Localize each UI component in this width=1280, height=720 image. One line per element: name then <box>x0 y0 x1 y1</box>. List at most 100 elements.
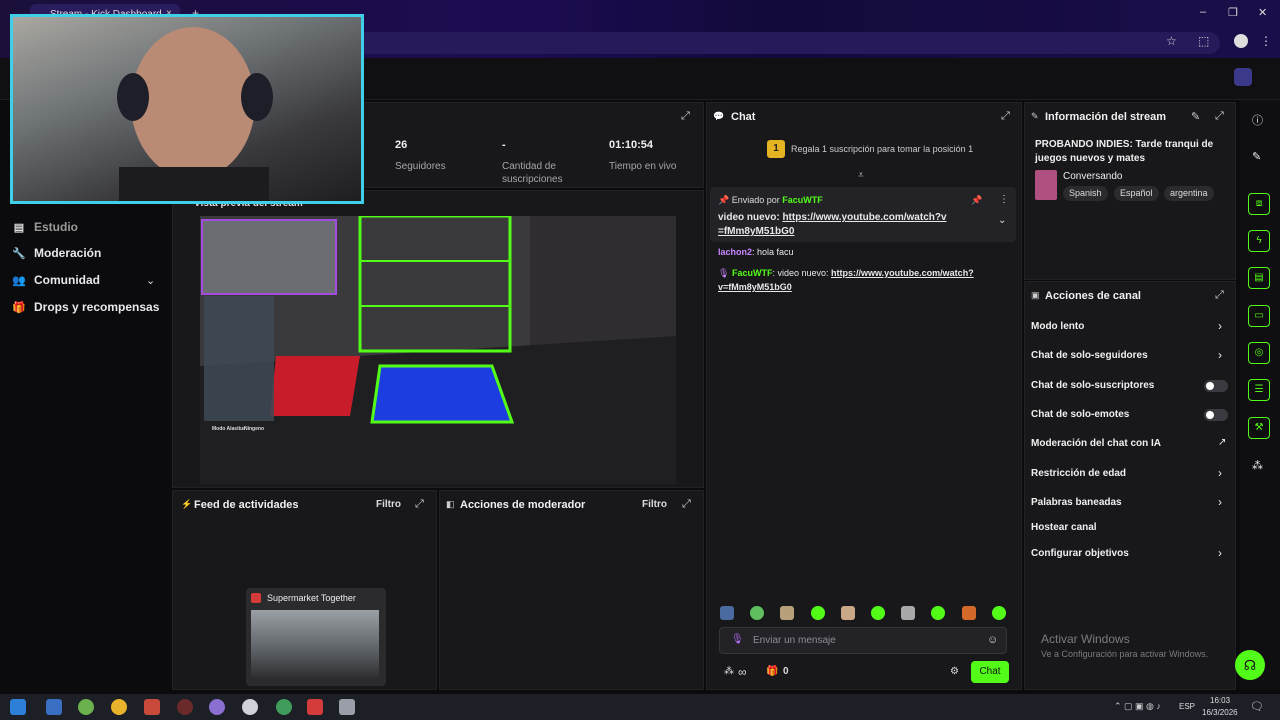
pinned-header: 📌 Enviado por FacuWTF <box>718 195 823 206</box>
camera-icon[interactable]: ⧈ <box>1248 193 1270 215</box>
emote[interactable] <box>901 606 915 620</box>
chat-username[interactable]: lachon2 <box>718 247 752 257</box>
expand-icon[interactable]: ⤢ <box>415 498 424 511</box>
chrome-icon[interactable] <box>111 699 127 715</box>
emote[interactable] <box>871 606 885 620</box>
emoji-icon[interactable]: ☺ <box>987 634 998 646</box>
collapse-icon[interactable]: ⩡ <box>858 170 864 181</box>
chat-icon[interactable]: ▭ <box>1248 305 1270 327</box>
address-bar[interactable] <box>220 32 1220 54</box>
emotes-only-toggle[interactable] <box>1204 409 1228 421</box>
chat-users-icon[interactable]: ⁂ <box>724 666 734 677</box>
edit-icon[interactable]: ✎ <box>1191 110 1200 123</box>
app-icon[interactable] <box>242 699 258 715</box>
support-button[interactable]: ☊ <box>1235 650 1265 680</box>
webcam-overlay <box>10 14 364 207</box>
app-icon[interactable] <box>339 699 355 715</box>
subs-only-toggle[interactable] <box>1204 380 1228 392</box>
supermarket-together-icon[interactable] <box>307 699 323 715</box>
expand-icon[interactable]: ⤢ <box>681 110 690 123</box>
action-ai-moderation[interactable]: Moderación del chat con IA <box>1031 438 1161 449</box>
bolt-icon[interactable]: ϟ <box>1248 230 1270 252</box>
app-icon[interactable] <box>144 699 160 715</box>
notifications-icon[interactable]: 🗨 <box>1250 700 1264 713</box>
external-link-icon[interactable]: ↗ <box>1218 437 1226 448</box>
pinned-user[interactable]: FacuWTF <box>782 195 823 205</box>
info-icon[interactable]: ⓘ <box>1252 112 1263 128</box>
action-subs-only[interactable]: Chat de solo-suscriptores <box>1031 380 1154 391</box>
start-icon[interactable] <box>10 699 26 715</box>
tag: Spanish <box>1063 186 1108 201</box>
broadcast-icon[interactable]: ◎ <box>1248 342 1270 364</box>
action-age-restriction[interactable]: Restricción de edad <box>1031 468 1126 479</box>
action-slow-mode[interactable]: Modo lento <box>1031 321 1084 332</box>
gift-icon[interactable]: 🎁 <box>766 666 778 677</box>
emote[interactable] <box>811 606 825 620</box>
emote[interactable] <box>931 606 945 620</box>
mod-actions-title: Acciones de moderador <box>460 499 586 511</box>
profile-icon[interactable] <box>1234 34 1248 48</box>
wrench-icon[interactable]: ⚒ <box>1248 417 1270 439</box>
chevron-right-icon[interactable]: › <box>1218 348 1222 362</box>
action-emotes-only[interactable]: Chat de solo-emotes <box>1031 409 1129 420</box>
app-icon[interactable] <box>209 699 225 715</box>
emote[interactable] <box>750 606 764 620</box>
sub-goal-text: Regala 1 suscripción para tomar la posic… <box>791 144 974 154</box>
settings-icon[interactable]: ⚙ <box>950 666 959 677</box>
expand-icon[interactable]: ⤢ <box>682 498 691 511</box>
chevron-right-icon[interactable]: › <box>1218 546 1222 560</box>
emote[interactable] <box>962 606 976 620</box>
emote[interactable] <box>841 606 855 620</box>
mod-filter-button[interactable]: Filtro <box>642 499 667 510</box>
action-configure-goals[interactable]: Configurar objetivos <box>1031 548 1129 559</box>
minimize-button[interactable]: – <box>1200 6 1206 18</box>
obs-icon[interactable] <box>177 699 193 715</box>
sidebar-item-drops[interactable]: 🎁 Drops y recompensas <box>12 300 159 314</box>
pin-icon[interactable]: 📌 <box>971 195 982 206</box>
chevron-down-icon[interactable]: ⌄ <box>146 274 155 287</box>
studio-icon: ▤ <box>13 221 25 234</box>
pencil-icon[interactable]: ✎ <box>1252 150 1261 163</box>
action-host-channel[interactable]: Hostear canal <box>1031 522 1097 533</box>
file-explorer-icon[interactable] <box>46 699 62 715</box>
chat-username[interactable]: FacuWTF <box>732 268 773 278</box>
activate-windows-title: Activar Windows <box>1041 632 1130 646</box>
list-icon[interactable]: ☰ <box>1248 379 1270 401</box>
action-followers-only[interactable]: Chat de solo-seguidores <box>1031 350 1148 361</box>
action-banned-words[interactable]: Palabras baneadas <box>1031 497 1122 508</box>
community-icon[interactable]: ⁂ <box>1252 459 1263 472</box>
taskbar-preview[interactable]: Supermarket Together <box>246 588 386 686</box>
language-indicator[interactable]: ESP <box>1179 702 1195 711</box>
followers-value: 26 <box>395 139 408 151</box>
close-window-button[interactable]: ✕ <box>1258 6 1267 19</box>
app-icon <box>251 593 261 603</box>
expand-icon[interactable]: ⤢ <box>1001 110 1010 123</box>
expand-icon[interactable]: ⤢ <box>1215 110 1224 123</box>
bookmark-star-icon[interactable]: ☆ <box>1166 34 1177 48</box>
sub-goal-rank-badge: 1 <box>767 140 785 158</box>
extensions-icon[interactable]: ⬚ <box>1198 34 1209 48</box>
send-chat-button[interactable]: Chat <box>971 661 1009 683</box>
chevron-right-icon[interactable]: › <box>1218 466 1222 480</box>
wrench-icon: 🔧 <box>12 247 26 260</box>
sidebar-item-studio[interactable]: ▤ Estudio <box>12 220 78 234</box>
emote[interactable] <box>720 606 734 620</box>
activity-filter-button[interactable]: Filtro <box>376 499 401 510</box>
chrome-icon[interactable] <box>276 699 292 715</box>
emote[interactable] <box>780 606 794 620</box>
chevron-right-icon[interactable]: › <box>1218 495 1222 509</box>
emote[interactable] <box>992 606 1006 620</box>
more-options-icon[interactable]: ⋮ <box>999 194 1009 205</box>
chevron-right-icon[interactable]: › <box>1218 319 1222 333</box>
tray-icons[interactable]: ⌃ ▢ ▣ ◍ ♪ <box>1114 701 1161 712</box>
app-icon[interactable] <box>78 699 94 715</box>
sidebar-item-moderation[interactable]: 🔧 Moderación <box>12 246 101 260</box>
maximize-button[interactable]: ❐ <box>1228 6 1238 19</box>
menu-icon[interactable]: ⋮ <box>1260 34 1272 48</box>
document-icon[interactable]: ▤ <box>1248 267 1270 289</box>
chevron-down-icon[interactable]: ⌄ <box>998 215 1006 226</box>
sidebar-item-community[interactable]: 👥 Comunidad <box>12 273 100 287</box>
user-avatar[interactable] <box>1234 68 1252 86</box>
stream-preview[interactable]: Modo Alasitur Ningeno <box>200 216 676 484</box>
expand-icon[interactable]: ⤢ <box>1215 289 1224 302</box>
